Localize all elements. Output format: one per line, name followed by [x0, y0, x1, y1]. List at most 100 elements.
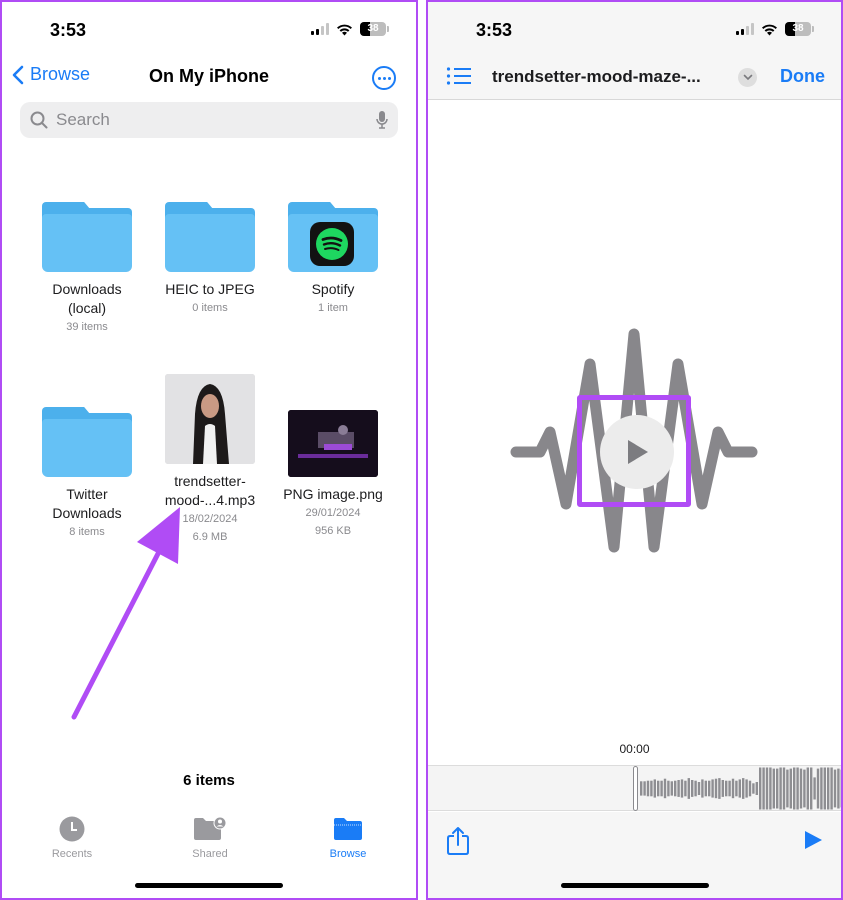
waveform-bar: [833, 769, 837, 808]
file-meta: 0 items: [192, 302, 228, 314]
file-item-downloads-local[interactable]: Downloads (local) 39 items: [32, 182, 142, 336]
tab-recents[interactable]: Recents: [17, 814, 127, 860]
tab-shared[interactable]: Shared: [155, 814, 265, 860]
waveform-bar: [810, 767, 813, 810]
waveform-bar: [728, 780, 731, 797]
file-item-mp3[interactable]: trendsetter-mood-...4.mp3 18/02/2024 6.9…: [155, 374, 265, 546]
waveform-bar: [793, 767, 796, 810]
status-time: 3:53: [476, 20, 513, 40]
png-preview-image: [288, 410, 378, 477]
folder-icon: [42, 202, 132, 272]
waveform-bar: [776, 768, 779, 809]
chevron-down-icon: [743, 74, 752, 81]
items-count: 6 items: [183, 772, 235, 789]
status-bar: 3:53 38: [428, 2, 841, 58]
file-name: Downloads (local): [52, 281, 122, 316]
folder-icon: [42, 407, 132, 477]
waveform-bar: [782, 767, 786, 810]
current-time: 00:00: [619, 742, 650, 756]
cellular-signal-icon: [311, 23, 329, 35]
album-art-image: [165, 374, 255, 464]
tab-label: Browse: [329, 848, 367, 860]
file-name: trendsetter-mood-...4.mp3: [164, 473, 256, 508]
ellipsis-dot: [382, 76, 386, 80]
clock-icon: [59, 816, 85, 842]
waveform-bar: [691, 780, 694, 797]
status-icons: 38: [736, 22, 814, 36]
waveform-bar: [762, 767, 765, 810]
waveform-bar: [667, 780, 670, 797]
tab-bar: Recents Shared Browse: [2, 814, 416, 864]
waveform-bar: [772, 768, 775, 809]
status-icons: 38: [311, 22, 389, 36]
waveform-bar: [820, 767, 823, 810]
file-item-png-image[interactable]: PNG image.png 29/01/2024 956 KB: [278, 387, 388, 540]
done-button[interactable]: Done: [780, 66, 825, 87]
play-button[interactable]: [803, 830, 823, 850]
playhead-handle[interactable]: [633, 766, 638, 811]
waveform-bar: [742, 778, 745, 799]
search-field[interactable]: Search: [20, 102, 398, 138]
waveform-bar: [752, 783, 755, 794]
waveform-bar: [674, 780, 677, 797]
status-bar: 3:53 38: [2, 2, 416, 58]
waveform-bar: [786, 769, 789, 808]
file-date: 18/02/2024: [182, 513, 238, 525]
microphone-icon[interactable]: [376, 110, 388, 130]
waveform-scrubber[interactable]: [428, 765, 841, 811]
battery-icon: 38: [360, 22, 389, 36]
battery-icon: 38: [785, 22, 814, 36]
status-time: 3:53: [50, 20, 87, 40]
page-title: On My iPhone: [148, 66, 269, 86]
waveform-bar: [708, 780, 711, 797]
waveform-bar: [718, 778, 721, 799]
file-name: PNG image.png: [283, 486, 383, 502]
share-icon[interactable]: [446, 826, 470, 856]
search-placeholder: Search: [56, 110, 110, 129]
waveform-bar: [738, 779, 741, 798]
title-menu-button[interactable]: [738, 68, 757, 87]
folder-thumbnail: [155, 182, 265, 272]
waveform-bar: [694, 780, 697, 797]
waveform-bar: [697, 782, 701, 795]
waveform-bar: [680, 779, 684, 798]
file-item-heic-to-jpeg[interactable]: HEIC to JPEG 0 items: [155, 182, 265, 317]
waveform-bar: [731, 778, 735, 799]
waveform-bar: [725, 780, 728, 797]
waveform-bar: [663, 778, 667, 799]
waveform-bar: [816, 768, 820, 809]
waveform-bar: [657, 780, 660, 797]
waveform-bar: [769, 767, 772, 810]
more-options-button[interactable]: [372, 66, 396, 90]
battery-level: 38: [367, 23, 379, 34]
tab-browse[interactable]: Browse: [293, 814, 403, 860]
waveform-bar: [830, 767, 833, 810]
waveform-bar: [653, 779, 656, 798]
waveform-bar: [646, 780, 650, 797]
waveform-bar: [640, 781, 643, 796]
file-meta: 8 items: [69, 526, 105, 538]
waveform-bar: [796, 767, 799, 810]
file-item-twitter-downloads[interactable]: Twitter Downloads 8 items: [32, 387, 142, 541]
waveform-bar: [745, 779, 748, 798]
waveform-bar: [721, 780, 724, 797]
file-item-spotify[interactable]: Spotify 1 item: [278, 182, 388, 317]
player-toolbar: [428, 812, 841, 898]
wifi-icon: [762, 24, 777, 35]
tab-label: Shared: [192, 848, 228, 860]
spotify-logo-icon: [310, 222, 354, 266]
list-icon[interactable]: [446, 66, 472, 86]
waveform-bar: [803, 769, 806, 808]
folder-thumbnail: [32, 182, 142, 272]
waveform-bar: [806, 767, 809, 810]
files-screen: 3:53 38 Browse On My iPhone Search Downl…: [0, 0, 418, 900]
waveform-bar: [813, 777, 816, 800]
battery-level: 38: [792, 23, 804, 34]
folder-thumbnail: [32, 387, 142, 477]
ellipsis-icon: [377, 76, 381, 80]
file-name: Spotify: [311, 281, 355, 297]
waveform-bar: [701, 779, 704, 798]
audio-thumbnail: [155, 374, 265, 464]
folder-icon: [165, 202, 255, 272]
waveform-bar: [677, 780, 680, 797]
